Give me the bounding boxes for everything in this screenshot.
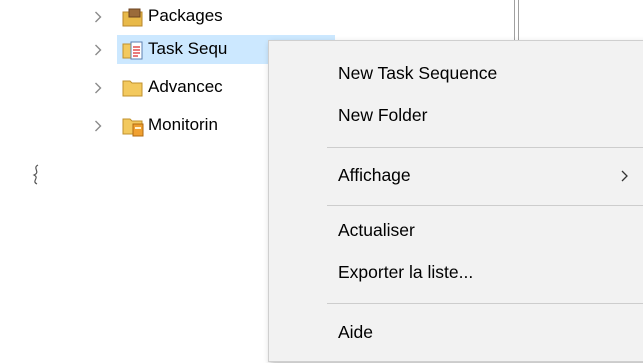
chevron-right-icon[interactable] bbox=[92, 119, 104, 133]
chevron-right-icon[interactable] bbox=[92, 81, 104, 95]
menu-item-label: New Folder bbox=[338, 104, 428, 125]
menu-item-exporter-la-liste[interactable]: Exporter la liste... bbox=[269, 255, 643, 289]
menu-item-label: Actualiser bbox=[338, 219, 415, 240]
menu-item-new-task-sequence[interactable]: New Task Sequence bbox=[269, 56, 643, 90]
tree-item-label: Task Sequ bbox=[148, 39, 228, 58]
chevron-right-icon[interactable] bbox=[92, 43, 104, 57]
resize-cursor-icon bbox=[29, 162, 45, 188]
package-folder-icon bbox=[122, 8, 144, 28]
menu-item-aide[interactable]: Aide bbox=[269, 315, 643, 349]
menu-item-label: Exporter la liste... bbox=[338, 261, 474, 282]
menu-item-actualiser[interactable]: Actualiser bbox=[269, 213, 643, 247]
menu-item-affichage[interactable]: Affichage bbox=[269, 158, 643, 192]
chevron-right-icon[interactable] bbox=[92, 10, 104, 24]
menu-item-label: Aide bbox=[338, 321, 374, 342]
menu-separator bbox=[327, 303, 643, 304]
context-menu: New Task Sequence New Folder Affichage A… bbox=[268, 40, 643, 362]
menu-item-label: New Task Sequence bbox=[338, 62, 498, 83]
pane-splitter[interactable] bbox=[514, 0, 519, 40]
menu-item-new-folder[interactable]: New Folder bbox=[269, 98, 643, 132]
tree-item-label: Advancec bbox=[148, 77, 223, 96]
menu-separator bbox=[327, 147, 643, 148]
chevron-right-icon bbox=[620, 169, 630, 182]
menu-item-label: Affichage bbox=[338, 164, 411, 185]
monitoring-folder-icon bbox=[122, 115, 144, 137]
folder-icon bbox=[122, 78, 144, 98]
task-sequence-folder-icon bbox=[122, 39, 144, 61]
tree-item-label: Packages bbox=[148, 6, 223, 25]
menu-separator bbox=[327, 205, 643, 206]
tree-item-label: Monitorin bbox=[148, 115, 218, 134]
